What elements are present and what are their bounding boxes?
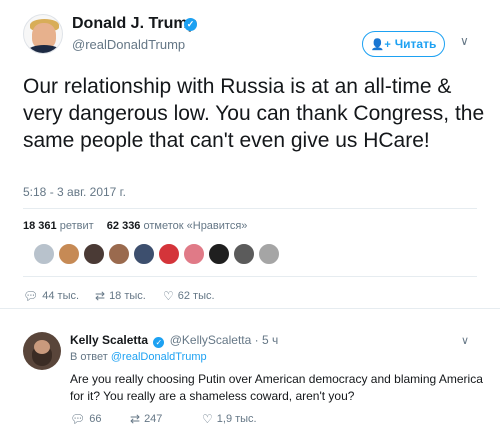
verified-badge-icon: ✓ [153, 337, 165, 348]
reply-to-prefix: В ответ [70, 351, 108, 363]
tweet-timestamp[interactable]: 5:18 - 3 авг. 2017 г. [23, 185, 126, 199]
author-handle[interactable]: @realDonaldTrump [72, 37, 185, 52]
avatar[interactable] [23, 332, 61, 370]
tweet-actions: 💬︎ 44 тыс. ⇄ 18 тыс. ♡ 62 тыс. [23, 288, 215, 304]
retweet-count: 18 тыс. [109, 290, 146, 302]
reply-to-link[interactable]: @realDonaldTrump [111, 351, 207, 363]
follow-button[interactable]: 👤+ Читать [362, 31, 445, 57]
liker-avatar[interactable] [258, 243, 280, 265]
divider [23, 208, 477, 209]
follow-button-label: Читать [394, 37, 437, 51]
reply-text: Are you really choosing Putin over Ameri… [70, 372, 483, 403]
reply-count: 66 [89, 413, 102, 425]
retweet-count: 247 [144, 413, 163, 425]
reply-actions: 💬︎ 66 ⇄ 247 ♡ 1,9 тыс. [70, 412, 257, 426]
liker-avatar[interactable] [58, 243, 80, 265]
like-button[interactable]: ♡ 1,9 тыс. [202, 412, 257, 426]
like-count: 1,9 тыс. [216, 413, 257, 425]
reply-icon: 💬︎ [70, 412, 86, 426]
liker-avatar[interactable] [133, 243, 155, 265]
retweet-button[interactable]: ⇄ 18 тыс. [95, 288, 163, 304]
author-display-name[interactable]: Donald J. Trump [72, 15, 197, 33]
liker-avatar[interactable] [233, 243, 255, 265]
chevron-down-icon[interactable]: ∨ [460, 34, 469, 48]
reply-tweet[interactable]: Kelly Scaletta ✓ @KellyScaletta · 5 ч ∨ … [0, 309, 500, 427]
reply-author-name[interactable]: Kelly Scaletta [70, 333, 148, 347]
heart-icon: ♡ [163, 289, 174, 303]
liker-avatar[interactable] [108, 243, 130, 265]
liker-avatar[interactable] [183, 243, 205, 265]
liker-avatar[interactable] [83, 243, 105, 265]
retweet-icon: ⇄ [95, 289, 106, 303]
main-tweet: Donald J. Trump ✓ @realDonaldTrump 👤+ Чи… [0, 0, 500, 308]
liker-avatar[interactable] [33, 243, 55, 265]
retweet-button[interactable]: ⇄ 247 [130, 412, 202, 426]
verified-badge-icon: ✓ [184, 18, 197, 31]
tweet-text: Our relationship with Russia is at an al… [23, 75, 485, 152]
likes-count[interactable]: 62 336 [107, 220, 141, 232]
liker-avatar[interactable] [158, 243, 180, 265]
engagement-stats: 18 361 ретвит 62 336 отметок «Нравится» [23, 220, 247, 232]
retweet-icon: ⇄ [130, 412, 141, 426]
divider [23, 276, 477, 277]
likes-label[interactable]: отметок «Нравится» [144, 220, 248, 232]
add-person-icon: 👤+ [370, 38, 391, 51]
like-count: 62 тыс. [177, 290, 215, 302]
reply-count: 44 тыс. [42, 290, 80, 302]
reply-header: Kelly Scaletta ✓ @KellyScaletta · 5 ч [70, 333, 278, 348]
retweets-count[interactable]: 18 361 [23, 220, 57, 232]
avatar[interactable] [23, 14, 63, 54]
liker-avatar[interactable] [208, 243, 230, 265]
heart-icon: ♡ [202, 412, 213, 426]
reply-button[interactable]: 💬︎ 66 [70, 412, 130, 426]
liker-avatars [33, 243, 280, 269]
reply-author-handle[interactable]: @KellyScaletta [170, 333, 252, 347]
chevron-down-icon[interactable]: ∨ [461, 334, 469, 347]
reply-button[interactable]: 💬︎ 44 тыс. [23, 288, 95, 304]
like-button[interactable]: ♡ 62 тыс. [163, 288, 215, 304]
retweets-label[interactable]: ретвит [60, 220, 94, 232]
reply-icon: 💬︎ [23, 289, 39, 303]
reply-time[interactable]: · 5 ч [255, 333, 279, 347]
reply-context: В ответ @realDonaldTrump [70, 351, 207, 363]
